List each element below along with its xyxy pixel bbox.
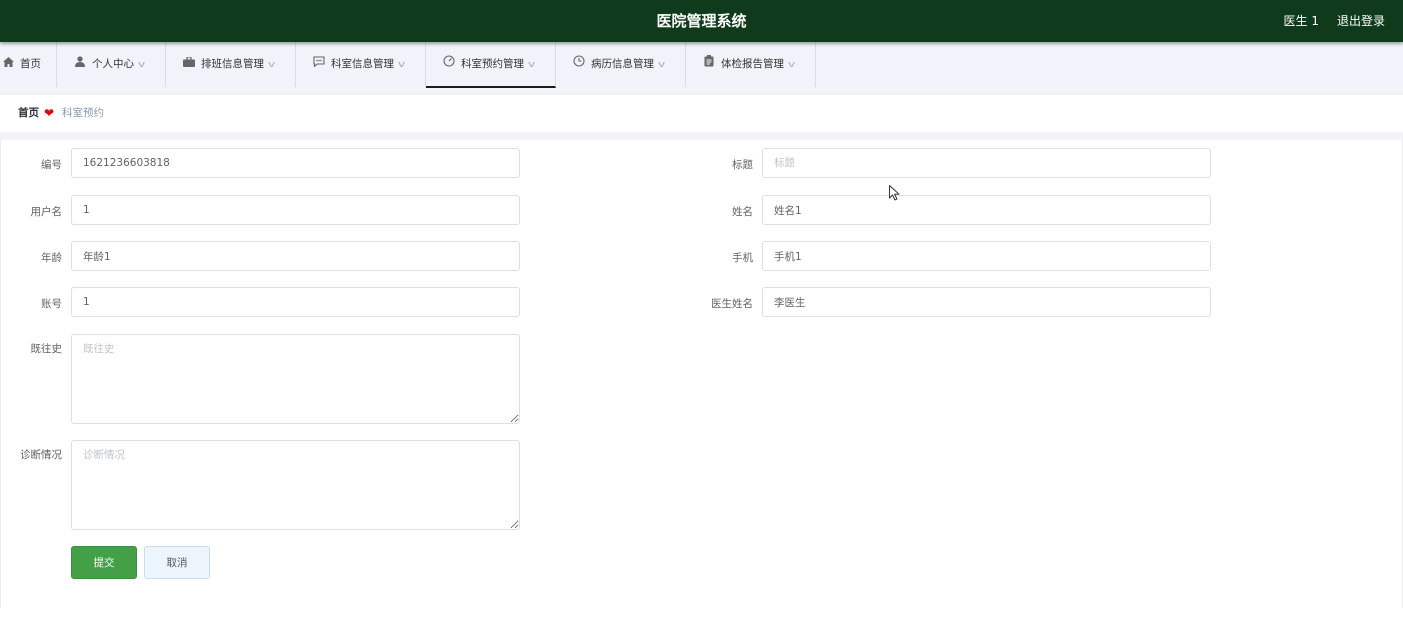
chevron-down-icon: v [267,60,276,70]
nav-item-checkup-report[interactable]: 体检报告管理 v [686,42,816,87]
label-biaoti: 标题 [732,159,753,171]
label-yonghuming: 用户名 [30,206,63,218]
label-zhenduan: 诊断情况 [20,449,62,461]
chevron-down-icon: v [527,60,536,70]
age-input[interactable] [71,241,520,271]
home-icon [2,42,14,87]
nav-label-appointment: 科室预约管理 [461,58,524,70]
label-nianling: 年龄 [41,252,62,264]
breadcrumb-home[interactable]: 首页 [18,95,39,132]
phone-input[interactable] [762,241,1211,271]
username-input[interactable] [71,195,520,225]
current-user: 医生 1 [1283,14,1319,28]
appointment-form: 编号 标题 用户名 姓名 年龄 手机 账号 医生姓名 既往史 诊断情况 提交 取… [0,140,1403,608]
app-title: 医院管理系统 [656,12,747,30]
label-bianhao: 编号 [41,159,62,171]
nav-item-department[interactable]: 科室信息管理 v [296,42,426,87]
divider [0,132,1403,140]
chevron-down-icon: v [137,60,146,70]
label-shouji: 手机 [732,252,753,264]
chevron-down-icon: v [397,60,406,70]
biaoti-input[interactable] [762,148,1211,178]
nav-label-home: 首页 [20,58,41,70]
main-nav: 首页 个人中心 v 排班信息管理 v 科室信息管理 v 科室预约管理 v 病历信息管理 v… [0,42,1403,89]
clock-icon [573,42,585,87]
heart-icon: ❤ [44,106,55,120]
chevron-down-icon: v [657,60,666,70]
label-yishengxingming: 医生姓名 [711,298,753,310]
logout-link[interactable]: 退出登录 [1337,0,1385,42]
account-input[interactable] [71,287,520,317]
mouse-cursor-icon [889,185,900,201]
label-jiwangshi: 既往史 [30,343,63,355]
cancel-button[interactable]: 取消 [144,546,210,579]
nav-label-department: 科室信息管理 [331,58,394,70]
doctor-name-input[interactable] [762,287,1211,317]
breadcrumb-current: 科室预约 [62,107,104,119]
medical-history-textarea[interactable] [71,334,520,424]
nav-item-appointment[interactable]: 科室预约管理 v [426,42,556,88]
nav-label-personal-center: 个人中心 [92,58,134,70]
nav-item-schedule[interactable]: 排班信息管理 v [166,42,296,87]
name-input[interactable] [762,195,1211,225]
clipboard-icon [703,42,715,87]
user-icon [74,42,86,87]
nav-label-schedule: 排班信息管理 [201,58,264,70]
gauge-icon [443,42,455,87]
nav-item-personal-center[interactable]: 个人中心 v [57,42,166,87]
submit-button[interactable]: 提交 [71,546,137,579]
divider [0,88,1403,95]
nav-label-checkup-report: 体检报告管理 [721,58,784,70]
nav-item-home[interactable]: 首页 [0,42,57,87]
bianhao-input[interactable] [71,148,520,178]
briefcase-icon [183,42,195,87]
breadcrumb: 首页 ❤ 科室预约 [0,95,1403,132]
chat-icon [313,42,325,87]
diagnosis-textarea[interactable] [71,440,520,530]
top-header: 医院管理系统 医生 1 退出登录 [0,0,1403,42]
label-xingming: 姓名 [732,206,753,218]
chevron-down-icon: v [787,60,796,70]
nav-label-medical-record: 病历信息管理 [591,58,654,70]
label-zhanghao: 账号 [41,298,62,310]
nav-item-medical-record[interactable]: 病历信息管理 v [556,42,686,87]
